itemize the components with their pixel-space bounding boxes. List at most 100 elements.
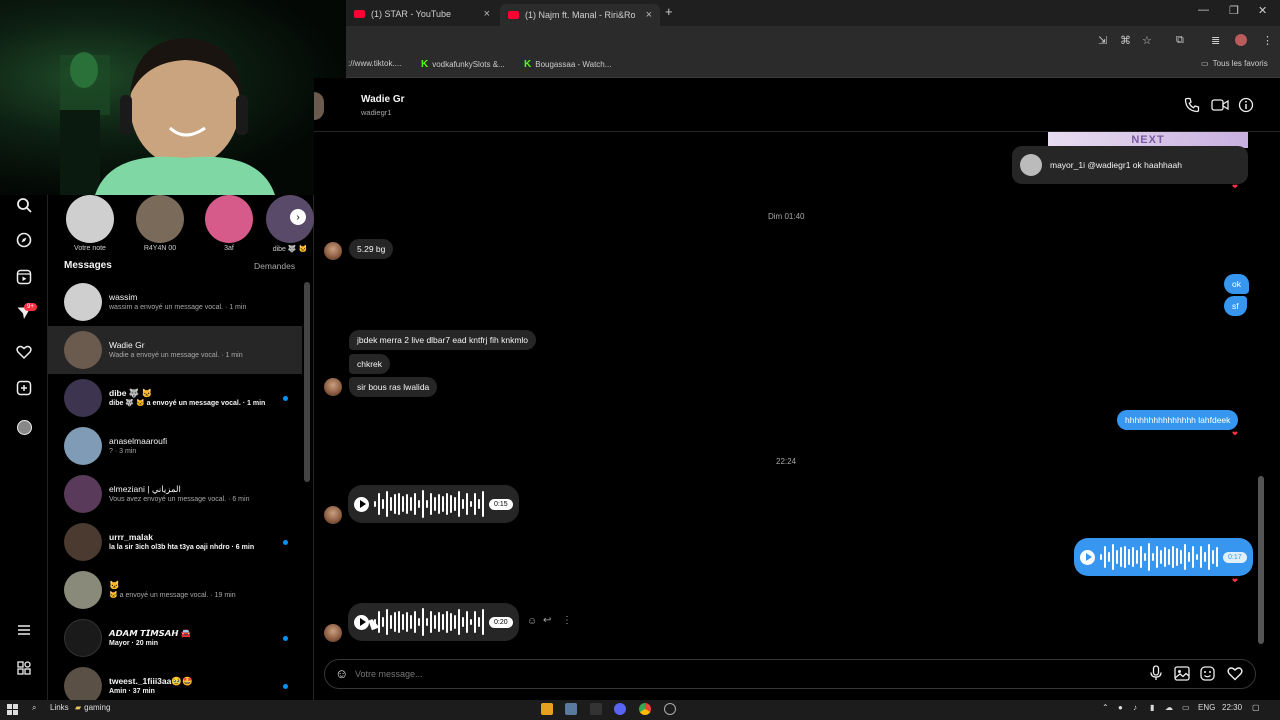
conversation-item[interactable]: wassim wassim a envoyé un message vocal. … <box>48 278 302 326</box>
taskbar-folder[interactable]: ▰ gaming <box>75 703 110 712</box>
bookmark-kick-1[interactable]: KvodkafunkySlots &... <box>421 59 505 70</box>
message-bubble-sent[interactable]: sf <box>1224 296 1247 316</box>
conversation-item[interactable]: elmeziani | المزياني Vous avez envoyé un … <box>48 470 302 518</box>
menu-icon[interactable] <box>14 620 34 640</box>
profile-icon[interactable] <box>14 417 34 437</box>
bookmark-tiktok[interactable]: ://www.tiktok.... <box>348 59 401 68</box>
chrome-icon[interactable] <box>639 703 651 715</box>
app-icon-1[interactable] <box>541 703 553 715</box>
voice-message-sent[interactable]: 0:17 <box>1074 538 1253 576</box>
more-options-icon[interactable]: ⋮ <box>562 615 572 626</box>
chat-name[interactable]: Wadie Gr <box>361 94 405 105</box>
tab-youtube-star[interactable]: (1) STAR - YouTube × <box>346 4 498 24</box>
requests-link[interactable]: Demandes <box>254 261 295 271</box>
network-icon[interactable]: ▭ <box>1182 703 1190 712</box>
cloud-icon[interactable]: ☁ <box>1165 703 1173 712</box>
conversation-item[interactable]: 𝘼𝘿𝘼𝙈 𝙏𝙄𝙈𝙎𝘼𝙃 🚘 Mayor · 20 min <box>48 614 302 662</box>
create-icon[interactable] <box>14 378 34 398</box>
sticker-icon[interactable] <box>1200 666 1215 686</box>
message-bubble-sent[interactable]: ok <box>1224 274 1249 294</box>
tray-app-icon[interactable]: ● <box>1118 703 1123 712</box>
bookmark-kick-2[interactable]: K Bougassaa - Watch... <box>524 59 611 70</box>
conversation-item[interactable]: anaselmaaroufi ? · 3 min <box>48 422 302 470</box>
note-item[interactable]: R4Y4N 00 <box>130 195 190 252</box>
image-upload-icon[interactable] <box>1174 666 1190 686</box>
microphone-icon[interactable] <box>1149 665 1163 686</box>
heart-reaction-icon[interactable]: ❤ <box>1232 430 1238 438</box>
search-icon[interactable] <box>14 195 34 215</box>
conversation-preview: Wadie a envoyé un message vocal. · 1 min <box>109 352 243 360</box>
app-icon-2[interactable] <box>565 703 577 715</box>
media-icon[interactable]: ≣ <box>1211 34 1220 47</box>
close-tab-icon[interactable]: × <box>484 8 490 20</box>
terminal-icon[interactable] <box>590 703 602 715</box>
message-bubble[interactable]: sir bous ras lwalida <box>349 377 438 397</box>
restore-icon[interactable]: ❐ <box>1229 4 1239 17</box>
tray-chevron-icon[interactable]: ⌃ <box>1102 703 1109 712</box>
waveform[interactable] <box>374 607 484 637</box>
like-heart-icon[interactable] <box>1227 666 1243 686</box>
new-tab-button[interactable]: + <box>665 4 673 19</box>
heart-reaction-icon[interactable]: ❤ <box>1232 577 1238 585</box>
message-bubble-sent[interactable]: hhhhhhhhhhhhhhh lahfdeek <box>1117 410 1239 430</box>
more-icon[interactable]: ⋮ <box>1262 34 1273 47</box>
search-icon[interactable]: ⌕ <box>32 703 36 713</box>
notifications-icon[interactable] <box>14 342 34 362</box>
info-icon[interactable] <box>1238 97 1254 118</box>
tab-youtube-najm[interactable]: (1) Najm ft. Manal - Riri&Rocky × <box>500 4 660 26</box>
sender-avatar[interactable] <box>324 506 342 524</box>
video-call-icon[interactable] <box>1211 97 1229 118</box>
reels-icon[interactable] <box>14 267 34 287</box>
speaker-icon[interactable]: ♪ <box>1133 703 1137 712</box>
sender-avatar[interactable] <box>324 624 342 642</box>
install-icon[interactable]: ⇲ <box>1098 34 1107 47</box>
conversation-item[interactable]: Wadie Gr Wadie a envoyé un message vocal.… <box>48 326 302 374</box>
message-bubble[interactable]: chkrek <box>349 354 391 374</box>
notifications-center-icon[interactable]: ▢ <box>1252 703 1260 712</box>
notes-next-icon[interactable]: › <box>290 209 306 225</box>
note-item[interactable]: dibe 🐺 🐱 <box>266 195 314 253</box>
discord-icon[interactable] <box>614 703 626 715</box>
heart-reaction-icon[interactable]: ❤ <box>1232 183 1238 191</box>
minimize-icon[interactable]: — <box>1198 4 1209 16</box>
all-bookmarks[interactable]: ▭ Tous les favoris <box>1201 59 1268 68</box>
conversation-item[interactable]: dibe 🐺 🐱 dibe 🐺 🐱 a envoyé un message voc… <box>48 374 302 422</box>
react-icon[interactable]: ☺ <box>527 616 537 627</box>
voice-message[interactable]: 0:15 <box>348 485 519 523</box>
close-tab-icon[interactable]: × <box>646 9 652 21</box>
note-item[interactable]: Votre note <box>60 195 120 252</box>
sender-avatar[interactable] <box>324 242 342 260</box>
message-bubble[interactable]: 5.29 bg <box>349 239 394 259</box>
profile-avatar[interactable] <box>1235 34 1247 46</box>
emoji-icon[interactable]: ☺ <box>335 666 348 681</box>
waveform[interactable] <box>1100 542 1218 572</box>
star-bookmark-icon[interactable]: ☆ <box>1142 34 1152 47</box>
sender-avatar[interactable] <box>324 378 342 396</box>
close-window-icon[interactable]: ✕ <box>1258 4 1267 17</box>
list-scrollbar[interactable] <box>304 282 310 482</box>
conversation-item[interactable]: tweest._1fiii3aa🥹🤩 Amin · 37 min <box>48 662 302 700</box>
microphone-icon[interactable]: ▮ <box>1150 703 1154 712</box>
extensions-icon[interactable]: ⧉ <box>1176 34 1184 47</box>
chat-scrollbar[interactable] <box>1258 476 1264 644</box>
story-reply-card[interactable]: mayor_1i @wadiegr1 ok haahhaah <box>1012 146 1248 184</box>
conversation-item[interactable]: 🐱 🐱 a envoyé un message vocal. · 19 min <box>48 566 302 614</box>
reply-icon[interactable]: ↩ <box>543 615 551 626</box>
windows-start-icon[interactable] <box>7 704 18 715</box>
note-item[interactable]: 3af <box>199 195 259 252</box>
play-icon[interactable] <box>354 496 369 512</box>
message-bubble[interactable]: jbdek merra 2 live dlbar7 ead kntfrj fih… <box>349 330 537 350</box>
explore-icon[interactable] <box>14 230 34 250</box>
play-icon[interactable] <box>354 614 369 630</box>
taskbar-links[interactable]: Links <box>50 703 69 712</box>
message-input[interactable] <box>355 666 855 682</box>
threads-icon[interactable] <box>14 658 34 678</box>
conversation-item[interactable]: urrr_malak la la sir 3ich ol3b hta t3ya o… <box>48 518 302 566</box>
waveform[interactable] <box>374 489 484 519</box>
clock[interactable]: 22:30 <box>1222 703 1242 712</box>
play-icon[interactable] <box>1080 549 1095 565</box>
app-icon-3[interactable] <box>664 703 676 715</box>
language-indicator[interactable]: ENG <box>1198 703 1215 712</box>
translate-icon[interactable]: ⌘ <box>1120 34 1131 47</box>
phone-icon[interactable] <box>1184 97 1200 118</box>
